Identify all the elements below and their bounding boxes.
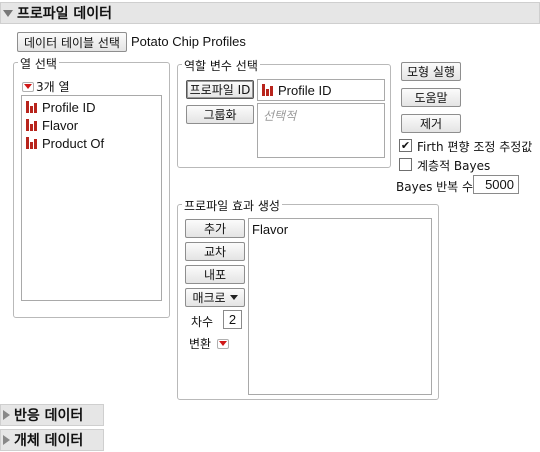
firth-label: Firth 편향 조정 추정값 [417, 140, 533, 154]
column-name: Flavor [42, 117, 79, 133]
macro-label: 매크로 [192, 291, 226, 305]
column-list-item-profile-id[interactable]: Profile ID [22, 98, 161, 116]
column-selection-title: 열 선택 [18, 55, 59, 72]
transform-label: 변환 [189, 337, 212, 351]
section-title: 프로파일 데이터 [17, 6, 113, 22]
section-title: 개체 데이터 [14, 433, 84, 449]
checkmark-icon: ✔ [400, 139, 411, 152]
profile-data-header[interactable]: 프로파일 데이터 [0, 2, 540, 24]
disclosure-closed-icon[interactable] [3, 410, 10, 420]
cross-effect-button[interactable]: 교차 [185, 242, 245, 261]
firth-checkbox[interactable]: ✔ [399, 139, 412, 152]
macro-dropdown-button[interactable]: 매크로 [185, 288, 245, 307]
profile-id-role-field[interactable]: Profile ID [257, 79, 385, 101]
column-count-row: 3개 열 [22, 78, 70, 95]
transform-menu-icon[interactable] [217, 338, 230, 349]
column-name: Product Of [42, 135, 105, 151]
column-list[interactable]: Profile ID Flavor Product Of [21, 95, 162, 301]
profile-id-role-button[interactable]: 프로파일 ID [186, 80, 254, 99]
select-data-table-button[interactable]: 데이터 테이블 선택 [17, 32, 127, 52]
grouping-role-button[interactable]: 그룹화 [186, 105, 254, 124]
data-table-name: Potato Chip Profiles [131, 34, 246, 49]
degree-label: 차수 [191, 315, 214, 329]
nest-effect-button[interactable]: 내포 [185, 265, 245, 284]
subject-data-header[interactable]: 개체 데이터 [0, 429, 104, 451]
effects-list[interactable]: Flavor [248, 218, 432, 395]
column-list-item-flavor[interactable]: Flavor [22, 116, 161, 134]
section-title: 반응 데이터 [14, 408, 84, 424]
nominal-bar-icon [262, 84, 274, 96]
grouping-role-field[interactable]: 선택적 [257, 103, 385, 158]
run-model-button[interactable]: 모형 실행 [401, 62, 461, 81]
effect-item[interactable]: Flavor [252, 222, 431, 237]
transform-row: 변환 [189, 335, 230, 352]
column-count-label: 3개 열 [36, 80, 70, 94]
role-variables-title: 역할 변수 선택 [182, 57, 260, 74]
remove-button[interactable]: 제거 [401, 114, 461, 133]
column-name: Profile ID [42, 99, 96, 115]
profile-effects-title: 프로파일 효과 생성 [182, 197, 282, 214]
add-effect-button[interactable]: 추가 [185, 219, 245, 238]
response-data-header[interactable]: 반응 데이터 [0, 404, 104, 426]
column-list-item-product-of[interactable]: Product Of [22, 134, 161, 152]
column-options-menu-icon[interactable] [22, 81, 34, 92]
nominal-bar-icon [26, 119, 38, 131]
hierarchical-bayes-checkbox[interactable] [399, 158, 412, 171]
bayes-iterations-input[interactable]: 5000 [473, 175, 519, 194]
disclosure-open-icon[interactable] [3, 9, 13, 17]
grouping-placeholder: 선택적 [263, 109, 297, 123]
help-button[interactable]: 도움말 [401, 88, 461, 107]
profile-id-value: Profile ID [278, 82, 332, 98]
bayes-iterations-label: Bayes 반복 수 [396, 180, 474, 194]
nominal-bar-icon [26, 101, 38, 113]
degree-input[interactable]: 2 [223, 310, 242, 329]
chevron-down-icon [229, 295, 238, 300]
hierarchical-bayes-label: 계층적 Bayes [417, 159, 491, 173]
disclosure-closed-icon[interactable] [3, 435, 10, 445]
nominal-bar-icon [26, 137, 38, 149]
column-selection-group: 열 선택 3개 열 Profile ID Flavor Product Of [13, 55, 170, 318]
